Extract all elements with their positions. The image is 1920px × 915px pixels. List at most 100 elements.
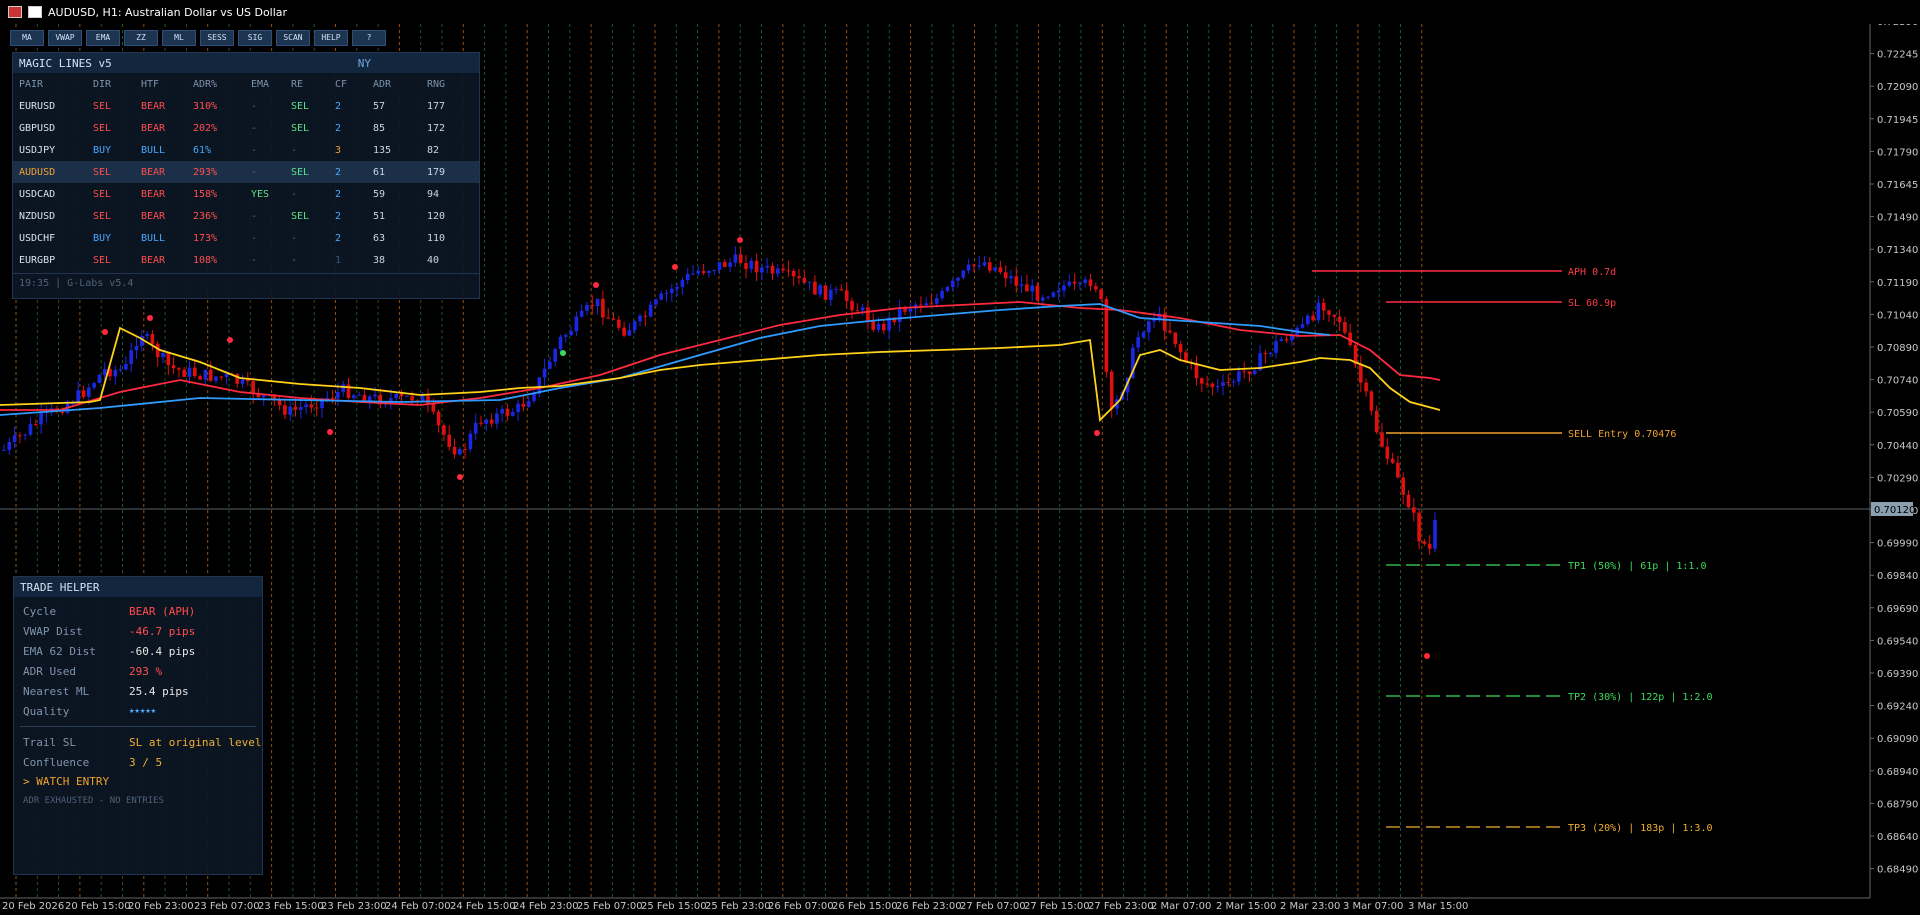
- candle-body: [564, 335, 568, 337]
- candle-body: [304, 404, 308, 408]
- indicator-toolbar: MA VWAP EMA ZZ ML SESS SIG SCAN HELP ?: [10, 30, 386, 46]
- candle-body: [1316, 302, 1321, 321]
- table-row[interactable]: EURGBP SEL BEAR 108% - - 1 38 40: [13, 249, 479, 271]
- toolbar-help-button[interactable]: HELP: [314, 30, 348, 46]
- toolbar-ml-button[interactable]: ML: [162, 30, 196, 46]
- col-cf: CF: [335, 78, 348, 90]
- candle-body: [1337, 316, 1342, 323]
- candle-body: [293, 406, 298, 410]
- candle-body: [733, 254, 738, 263]
- toolbar-scan-button[interactable]: SCAN: [276, 30, 310, 46]
- divider: [20, 726, 256, 727]
- candle-body: [1327, 310, 1331, 315]
- candle-body: [834, 289, 838, 291]
- cell-cf: 2: [335, 188, 342, 200]
- candle-body: [468, 433, 473, 450]
- toolbar-sess-button[interactable]: SESS: [200, 30, 234, 46]
- candle-body: [1099, 289, 1103, 300]
- candle-body: [113, 369, 118, 377]
- toolbar-ema-button[interactable]: EMA: [86, 30, 120, 46]
- candle-body: [1380, 432, 1384, 447]
- candle-body: [102, 369, 107, 375]
- candle-body: [1178, 344, 1183, 353]
- candle-body: [182, 369, 186, 377]
- price-tick-label: 0.69390: [1877, 669, 1918, 680]
- cell-adr-pct: 236%: [193, 210, 218, 222]
- candle-body: [39, 413, 43, 425]
- candle-body: [579, 310, 584, 317]
- candle-body: [150, 333, 155, 344]
- cell-ema: -: [251, 166, 258, 178]
- table-row[interactable]: GBPUSD SEL BEAR 202% - SEL 2 85 172: [13, 117, 479, 139]
- candle-body: [1274, 341, 1278, 353]
- confluence-value: 3 / 5: [129, 755, 163, 769]
- col-re: RE: [291, 78, 304, 90]
- toolbar-zz-button[interactable]: ZZ: [124, 30, 158, 46]
- cell-pair: USDCAD: [19, 188, 56, 200]
- candle-body: [982, 262, 987, 266]
- table-row[interactable]: NZDUSD SEL BEAR 236% - SEL 2 51 120: [13, 205, 479, 227]
- cell-htf: BEAR: [141, 210, 166, 222]
- candle-body: [484, 419, 489, 424]
- price-tick-label: 0.70290: [1877, 473, 1918, 484]
- candle-body: [1136, 337, 1140, 348]
- candle-body: [1200, 378, 1204, 384]
- time-tick-label: 24 Feb 15:00: [450, 901, 516, 912]
- table-row[interactable]: EURUSD SEL BEAR 310% - SEL 2 57 177: [13, 95, 479, 117]
- table-row[interactable]: AUDUSD SEL BEAR 293% - SEL 2 61 179: [13, 161, 479, 183]
- toolbar-vwap-button[interactable]: VWAP: [48, 30, 82, 46]
- candle-body: [145, 333, 149, 337]
- candle-body: [627, 330, 632, 336]
- toolbar-sig-button[interactable]: SIG: [238, 30, 272, 46]
- cell-pair: EURUSD: [19, 100, 56, 112]
- vwap-line: [0, 326, 1441, 422]
- candle-body: [829, 289, 833, 300]
- candle-body: [1412, 507, 1416, 513]
- candle-body: [807, 281, 812, 283]
- adr-label: ADR Used: [23, 664, 76, 678]
- candle-body: [1194, 363, 1199, 379]
- price-tick-label: 0.70740: [1877, 376, 1918, 387]
- session-indicator: NY: [357, 56, 371, 70]
- candle-body: [129, 350, 133, 364]
- time-tick-label: 25 Feb 07:00: [577, 901, 643, 912]
- candle-body: [760, 267, 764, 273]
- candle-body: [161, 353, 165, 358]
- cell-cf: 2: [335, 122, 342, 134]
- candle-body: [1385, 446, 1390, 459]
- cell-cf: 2: [335, 100, 342, 112]
- trail-label: Trail SL: [23, 735, 76, 749]
- candle-body: [1141, 332, 1146, 338]
- candle-body: [882, 323, 886, 331]
- cell-rng: 110: [427, 232, 446, 244]
- cell-htf: BEAR: [141, 122, 166, 134]
- candle-body: [277, 400, 282, 406]
- quality-stars: ★★★★★: [129, 706, 157, 716]
- toolbar-ma-button[interactable]: MA: [10, 30, 44, 46]
- candle-body: [447, 434, 451, 447]
- magic-lines-footer: 19:35 | G-Labs v5.4: [13, 273, 479, 293]
- candle-body: [977, 265, 981, 267]
- candle-body: [728, 262, 732, 267]
- table-row[interactable]: USDJPY BUY BULL 61% - - 3 135 82: [13, 139, 479, 161]
- price-tick-label: 0.71645: [1877, 180, 1918, 191]
- candle-body: [309, 404, 314, 408]
- col-adr: ADR: [373, 78, 392, 90]
- magic-lines-title: MAGIC LINES v5: [19, 56, 112, 70]
- candle-body: [850, 300, 854, 311]
- table-row[interactable]: USDCHF BUY BULL 173% - - 2 63 110: [13, 227, 479, 249]
- candle-body: [1205, 383, 1209, 385]
- cell-ema: -: [251, 100, 258, 112]
- cell-pair: NZDUSD: [19, 210, 56, 222]
- time-tick-label: 2 Mar 15:00: [1216, 901, 1276, 912]
- ema-value: -60.4 pips: [129, 644, 196, 658]
- swing-dot: [102, 329, 108, 335]
- cell-dir: SEL: [93, 254, 112, 266]
- toolbar-info-button[interactable]: ?: [352, 30, 386, 46]
- candle-body: [940, 290, 944, 299]
- cell-rng: 172: [427, 122, 446, 134]
- table-row[interactable]: USDCAD SEL BEAR 158% YES - 2 59 94: [13, 183, 479, 205]
- candle-body: [76, 390, 80, 404]
- candle-body: [754, 260, 759, 273]
- cell-ema: -: [251, 254, 258, 266]
